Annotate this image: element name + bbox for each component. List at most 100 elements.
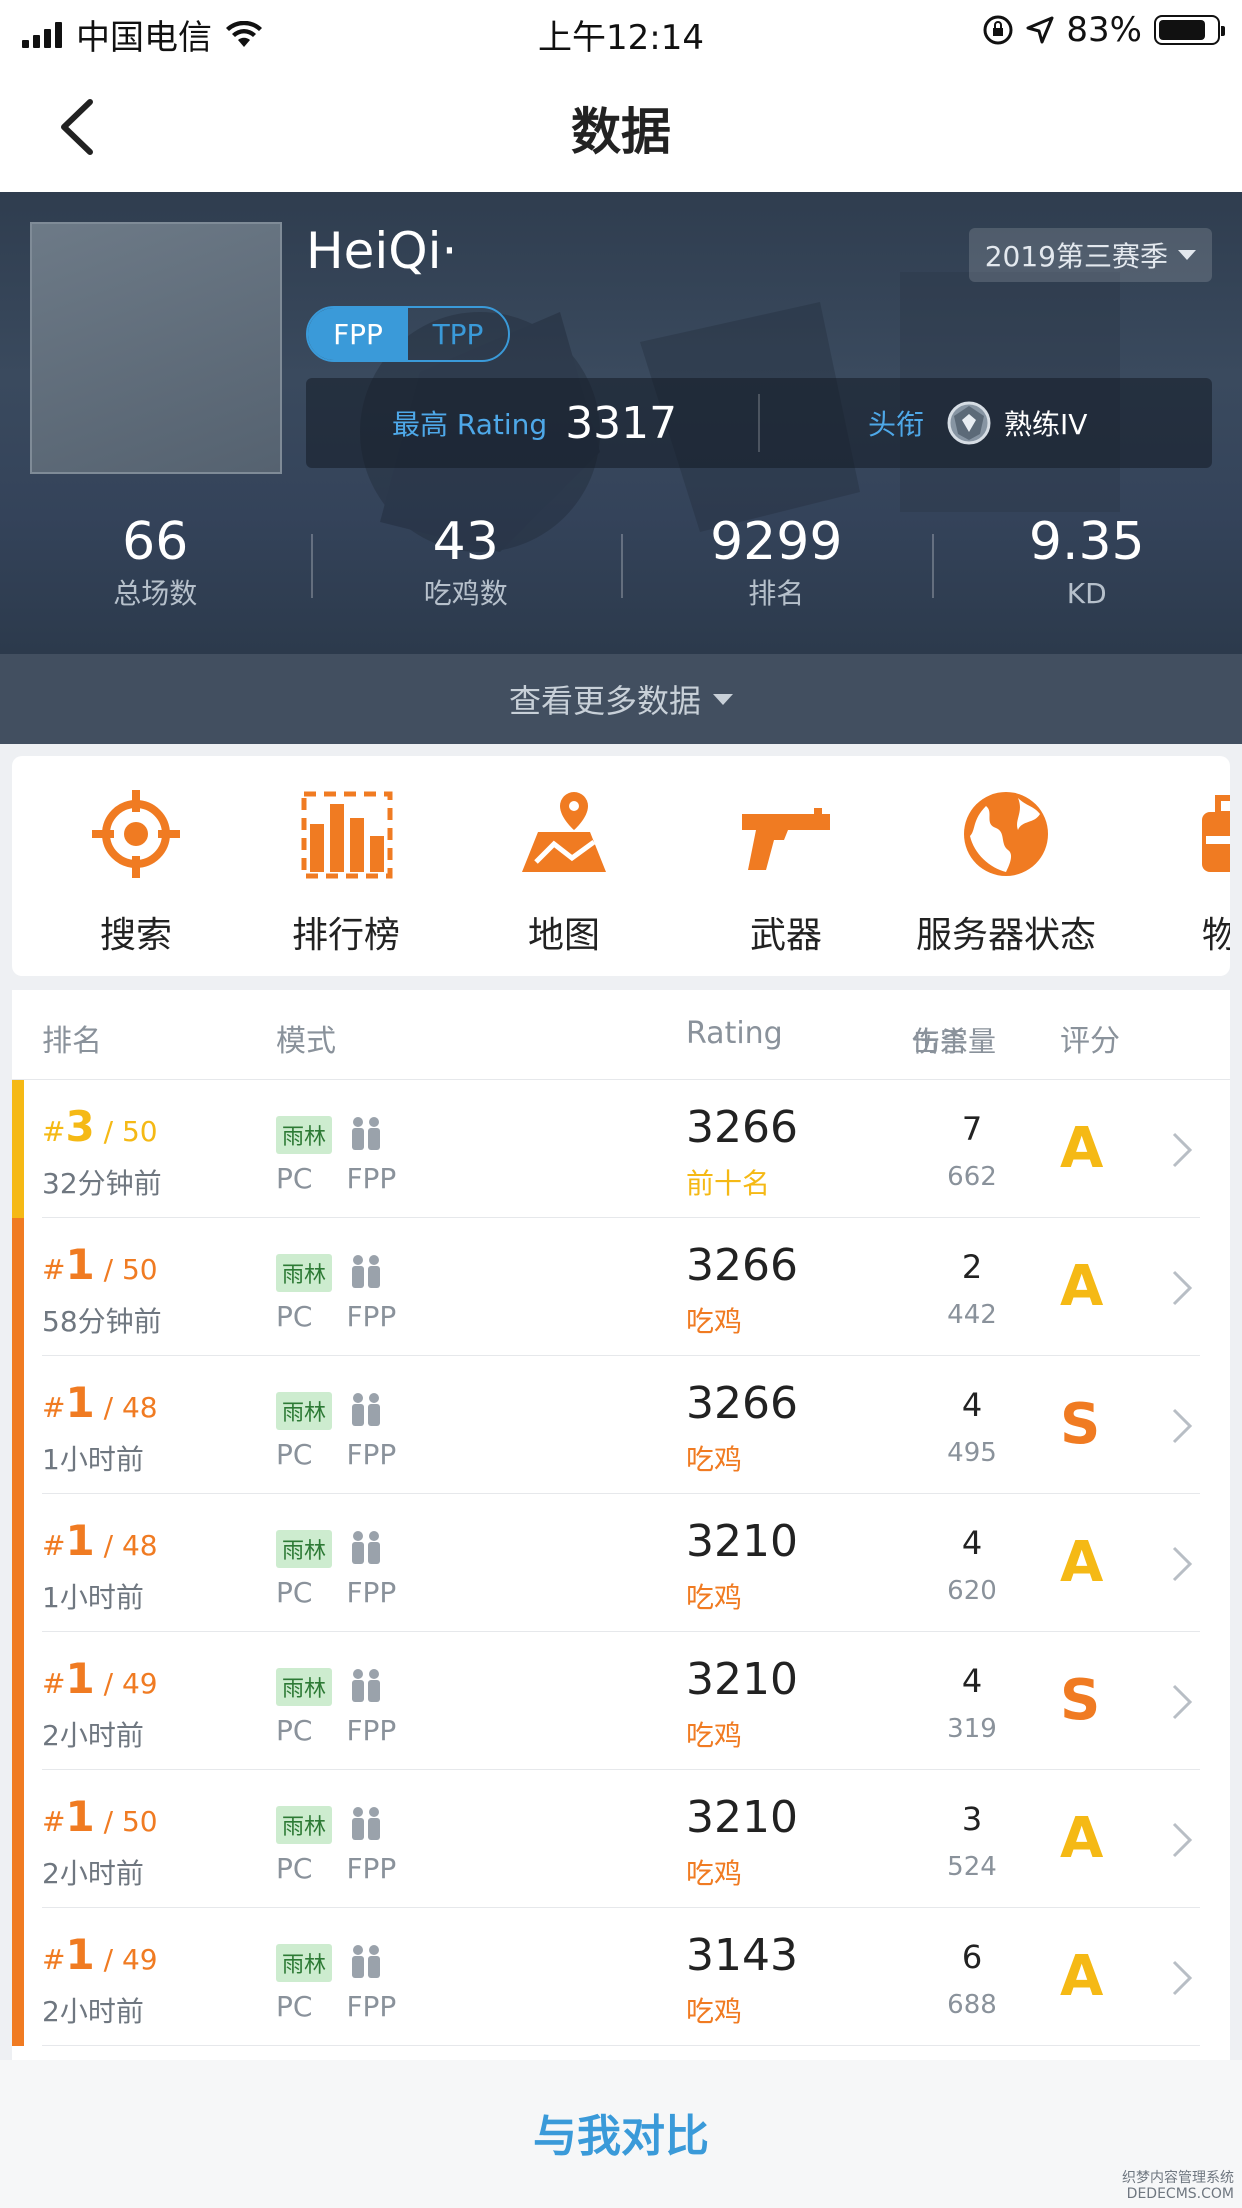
- row-damage: 688: [947, 1990, 997, 2020]
- duo-team-icon: [352, 1531, 380, 1564]
- row-divider: [42, 2045, 1200, 2046]
- tool-items[interactable]: 物: [1120, 784, 1230, 958]
- tool-weapons[interactable]: 武器: [686, 784, 886, 958]
- stat-ranking: 9299 排名: [621, 510, 932, 630]
- row-time: 1小时前: [42, 1581, 144, 1614]
- header-mode: 模式: [276, 1024, 336, 1059]
- watermark-line: 织梦内容管理系统: [1122, 2170, 1234, 2186]
- row-accent-bar: [12, 1356, 24, 1494]
- table-row[interactable]: #1 / 50 58分钟前 雨林 PC FPP 3266 吃鸡 2 442 A: [12, 1218, 1230, 1356]
- row-time: 32分钟前: [42, 1167, 162, 1200]
- row-result: 吃鸡: [686, 1443, 743, 1476]
- stat-label: 排名: [748, 577, 805, 610]
- row-damage: 319: [947, 1714, 997, 1744]
- row-rating: 3143: [686, 1930, 798, 1981]
- rank-total: / 50: [103, 1805, 158, 1838]
- table-row[interactable]: #1 / 48 1小时前 雨林 PC FPP 3210 吃鸡 4 620 A: [12, 1494, 1230, 1632]
- perspective-toggle[interactable]: FPP TPP: [306, 306, 510, 362]
- season-selector[interactable]: 2019第三赛季: [968, 228, 1212, 282]
- map-tag: 雨林: [276, 1530, 333, 1568]
- row-result: 吃鸡: [686, 1581, 743, 1614]
- stat-value: 66: [122, 512, 189, 572]
- row-grade: S: [1060, 1668, 1101, 1733]
- row-time: 2小时前: [42, 1857, 144, 1890]
- platform-label: PC: [276, 1852, 313, 1885]
- row-result: 吃鸡: [686, 1857, 743, 1890]
- perspective-label: FPP: [346, 1714, 397, 1747]
- row-platform: PC FPP: [276, 1438, 396, 1471]
- rank-number: 1: [65, 1792, 95, 1841]
- row-rating: 3266: [686, 1102, 798, 1153]
- table-row[interactable]: #1 / 49 2小时前 雨林 PC FPP 3210 吃鸡 4 319 S: [12, 1632, 1230, 1770]
- row-rank: #1 / 50: [42, 1240, 158, 1289]
- tool-label: 地图: [527, 915, 600, 956]
- stat-value: 9.35: [1028, 512, 1145, 572]
- table-row[interactable]: #1 / 48 1小时前 雨林 PC FPP 3266 吃鸡 4 495 S: [12, 1356, 1230, 1494]
- table-header: 排名 模式 Rating 击杀 伤害量 评分: [12, 990, 1230, 1080]
- map-tag: 雨林: [276, 1944, 333, 1982]
- table-row[interactable]: #3 / 50 32分钟前 雨林 PC FPP 3266 前十名 7 662 A: [12, 1080, 1230, 1218]
- row-platform: PC FPP: [276, 1162, 396, 1195]
- perspective-label: FPP: [346, 1576, 397, 1609]
- player-avatar[interactable]: [30, 222, 282, 474]
- row-rank: #1 / 48: [42, 1516, 158, 1565]
- row-damage: 662: [947, 1162, 997, 1192]
- rank-badge-icon: [947, 401, 991, 445]
- map-tag: 雨林: [276, 1806, 333, 1844]
- row-rating: 3266: [686, 1240, 798, 1291]
- bottom-action-bar: 与我对比 织梦内容管理系统 DEDECMS.COM: [0, 2060, 1242, 2208]
- dropdown-caret-icon: [1178, 250, 1196, 260]
- more-data-label: 查看更多数据: [508, 682, 701, 720]
- row-damage: 442: [947, 1300, 997, 1330]
- compare-with-me-button[interactable]: 与我对比: [0, 2100, 1242, 2164]
- rank-title-label: 头衔: [868, 408, 925, 441]
- row-damage: 495: [947, 1438, 997, 1468]
- tool-shortcuts: 搜索 排行榜 地图 武器 服务器状态 物: [12, 756, 1230, 976]
- mode-fpp-tab[interactable]: FPP: [308, 308, 408, 360]
- chevron-right-icon: [1172, 1822, 1193, 1858]
- tool-search[interactable]: 搜索: [36, 784, 236, 958]
- row-kills: 7: [961, 1110, 983, 1148]
- row-grade: S: [1060, 1392, 1101, 1457]
- row-kills: 4: [961, 1386, 983, 1424]
- duo-team-icon: [352, 1669, 380, 1702]
- tool-leaderboard[interactable]: 排行榜: [246, 784, 446, 958]
- duo-team-icon: [352, 1807, 380, 1840]
- tool-label: 服务器状态: [915, 915, 1096, 956]
- tool-server-status[interactable]: 服务器状态: [906, 784, 1106, 958]
- navigation-bar: 数据: [0, 62, 1242, 192]
- row-accent-bar: [12, 1494, 24, 1632]
- tool-map[interactable]: 地图: [464, 784, 664, 958]
- platform-label: PC: [276, 1714, 313, 1747]
- map-tag: 雨林: [276, 1392, 333, 1430]
- pistol-icon: [742, 808, 830, 870]
- table-row[interactable]: #1 / 49 2小时前 雨林 PC FPP 3143 吃鸡 6 688 A: [12, 1908, 1230, 2046]
- table-row[interactable]: #1 / 50 2小时前 雨林 PC FPP 3210 吃鸡 3 524 A: [12, 1770, 1230, 1908]
- tool-label: 搜索: [99, 915, 172, 956]
- row-time: 2小时前: [42, 1995, 144, 2028]
- more-data-button[interactable]: 查看更多数据: [0, 654, 1242, 744]
- perspective-label: FPP: [346, 1300, 397, 1333]
- max-rating-label: 最高 Rating: [392, 408, 548, 441]
- stat-value: 43: [432, 512, 499, 572]
- chevron-right-icon: [1172, 1132, 1193, 1168]
- mode-tpp-tab[interactable]: TPP: [408, 308, 508, 360]
- row-kills: 3: [961, 1800, 983, 1838]
- row-damage: 524: [947, 1852, 997, 1882]
- perspective-label: FPP: [346, 1990, 397, 2023]
- rank-total: / 49: [103, 1667, 158, 1700]
- row-result: 前十名: [686, 1167, 771, 1200]
- item-icon: [1202, 795, 1230, 872]
- tool-label: 物: [1201, 915, 1230, 956]
- rank-number: 1: [65, 1378, 95, 1427]
- dropdown-caret-icon: [713, 693, 733, 705]
- platform-label: PC: [276, 1300, 313, 1333]
- row-platform: PC FPP: [276, 1576, 396, 1609]
- row-rank: #1 / 49: [42, 1654, 158, 1703]
- rank-total: / 49: [103, 1943, 158, 1976]
- rank-total: / 48: [103, 1391, 158, 1424]
- rank-total: / 50: [103, 1253, 158, 1286]
- stat-label: 总场数: [113, 577, 198, 610]
- row-accent-bar: [12, 1908, 24, 2046]
- row-result: 吃鸡: [686, 1719, 743, 1752]
